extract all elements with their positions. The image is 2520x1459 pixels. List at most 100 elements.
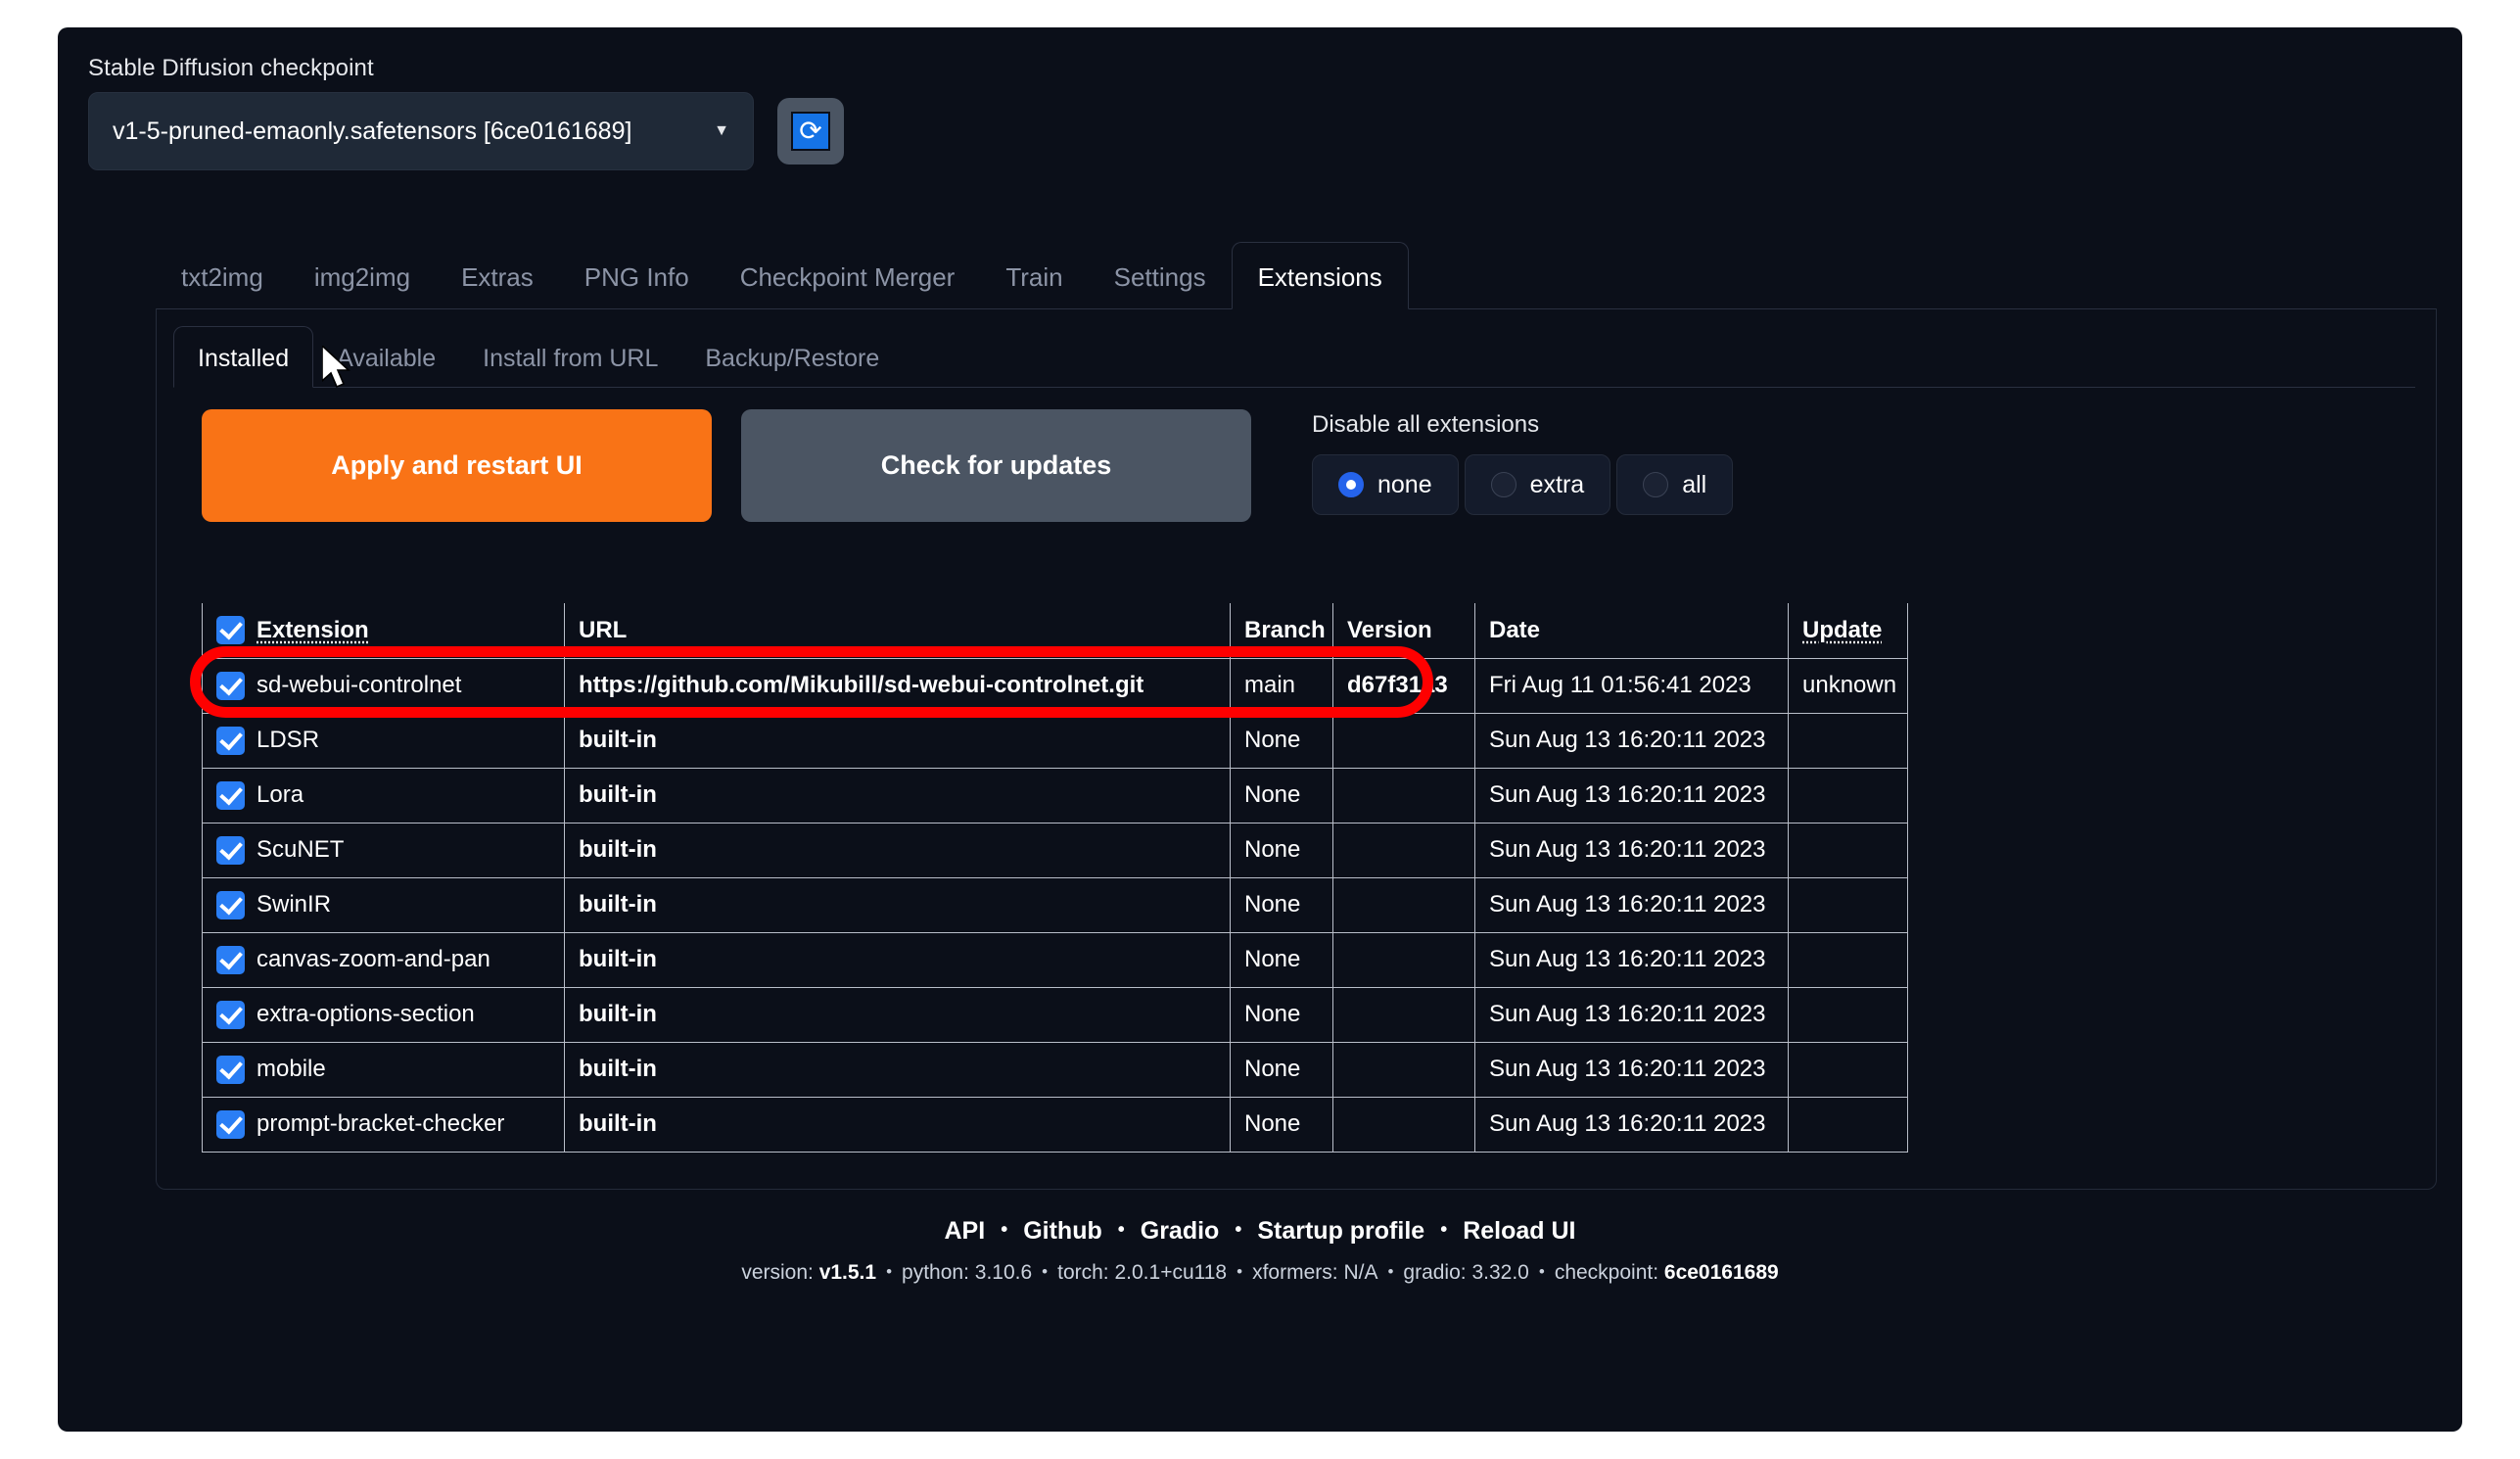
- footer-link-api[interactable]: API: [945, 1217, 986, 1245]
- footer-separator: •: [1387, 1262, 1394, 1281]
- select-all-checkbox[interactable]: [216, 616, 245, 645]
- table-row: ScuNET built-in None Sun Aug 13 16:20:11…: [202, 822, 1908, 878]
- cell-extension: sd-webui-controlnet: [202, 657, 565, 714]
- radio-extra-label: extra: [1529, 470, 1585, 498]
- footer-info-key-gradio: gradio:: [1403, 1261, 1467, 1284]
- cell-extension: canvas-zoom-and-pan: [202, 931, 565, 988]
- footer-link-reload-ui[interactable]: Reload UI: [1463, 1217, 1575, 1245]
- cell-update: [1788, 767, 1908, 824]
- disable-all-extensions-group: Disable all extensions none extra all: [1312, 409, 1734, 515]
- cell-update: [1788, 986, 1908, 1043]
- tab-extras[interactable]: Extras: [436, 262, 559, 308]
- row-checkbox[interactable]: [216, 1000, 245, 1029]
- footer-separator: •: [1237, 1262, 1243, 1281]
- cell-branch: None: [1230, 822, 1333, 878]
- cell-version: [1332, 712, 1475, 769]
- footer-separator: •: [1538, 1262, 1545, 1281]
- tab-png-info[interactable]: PNG Info: [559, 262, 715, 308]
- checkpoint-value: v1-5-pruned-emaonly.safetensors [6ce0161…: [113, 117, 632, 145]
- header-date[interactable]: Date: [1474, 603, 1789, 659]
- cell-version: [1332, 1096, 1475, 1153]
- cell-update: [1788, 876, 1908, 933]
- extension-name: ScuNET: [257, 836, 345, 863]
- tab-install-from-url[interactable]: Install from URL: [459, 345, 681, 387]
- footer-link-github[interactable]: Github: [1023, 1217, 1102, 1245]
- cell-extension: Lora: [202, 767, 565, 824]
- extension-name: prompt-bracket-checker: [257, 1110, 505, 1137]
- row-checkbox[interactable]: [216, 726, 245, 755]
- footer-separator: •: [1235, 1219, 1242, 1241]
- table-row: mobile built-in None Sun Aug 13 16:20:11…: [202, 1041, 1908, 1098]
- table-row: prompt-bracket-checker built-in None Sun…: [202, 1096, 1908, 1153]
- footer-info-key-torch: torch:: [1057, 1261, 1109, 1284]
- cell-date: Sun Aug 13 16:20:11 2023: [1474, 1096, 1789, 1153]
- cell-extension: LDSR: [202, 712, 565, 769]
- radio-extra[interactable]: extra: [1464, 454, 1611, 515]
- cell-date: Sun Aug 13 16:20:11 2023: [1474, 986, 1789, 1043]
- cell-date: Sun Aug 13 16:20:11 2023: [1474, 712, 1789, 769]
- footer-link-startup-profile[interactable]: Startup profile: [1257, 1217, 1424, 1245]
- cell-url: built-in: [564, 876, 1231, 933]
- webui-window: Stable Diffusion checkpoint v1-5-pruned-…: [58, 27, 2462, 1432]
- cell-url: built-in: [564, 986, 1231, 1043]
- cell-branch: main: [1230, 657, 1333, 714]
- cell-date: Sun Aug 13 16:20:11 2023: [1474, 876, 1789, 933]
- row-checkbox[interactable]: [216, 835, 245, 865]
- header-branch[interactable]: Branch: [1230, 603, 1333, 659]
- cell-branch: None: [1230, 712, 1333, 769]
- tab-img2img[interactable]: img2img: [289, 262, 436, 308]
- cell-url[interactable]: https://github.com/Mikubill/sd-webui-con…: [564, 657, 1231, 714]
- tab-backup-restore[interactable]: Backup/Restore: [681, 345, 903, 387]
- cell-extension: prompt-bracket-checker: [202, 1096, 565, 1153]
- refresh-checkpoints-button[interactable]: ⟳: [777, 98, 844, 165]
- footer-version-info: version: v1.5.1 • python: 3.10.6 • torch: 2.…: [58, 1261, 2462, 1285]
- radio-none[interactable]: none: [1312, 454, 1459, 515]
- cell-date: Sun Aug 13 16:20:11 2023: [1474, 931, 1789, 988]
- header-url[interactable]: URL: [564, 603, 1231, 659]
- cell-branch: None: [1230, 1041, 1333, 1098]
- radio-unselected-icon: [1643, 472, 1669, 497]
- row-checkbox[interactable]: [216, 1055, 245, 1084]
- cell-version: [1332, 931, 1475, 988]
- tab-installed[interactable]: Installed: [173, 326, 314, 388]
- cell-date: Sun Aug 13 16:20:11 2023: [1474, 1041, 1789, 1098]
- footer-link-gradio[interactable]: Gradio: [1141, 1217, 1220, 1245]
- row-checkbox[interactable]: [216, 1109, 245, 1139]
- checkpoint-dropdown[interactable]: v1-5-pruned-emaonly.safetensors [6ce0161…: [88, 92, 754, 170]
- action-row: Apply and restart UI Check for updates D…: [202, 409, 1734, 522]
- header-update[interactable]: Update: [1788, 603, 1908, 659]
- cell-url: built-in: [564, 1096, 1231, 1153]
- extensions-table-wrapper: Extension URL Branch Version Date Update: [202, 603, 1908, 1153]
- extensions-table: Extension URL Branch Version Date Update: [202, 603, 1908, 1153]
- cell-version: [1332, 876, 1475, 933]
- radio-selected-icon: [1338, 472, 1364, 497]
- header-extension[interactable]: Extension: [202, 603, 565, 659]
- table-row: Lora built-in None Sun Aug 13 16:20:11 2…: [202, 767, 1908, 824]
- cell-version: [1332, 767, 1475, 824]
- checkpoint-section: Stable Diffusion checkpoint v1-5-pruned-…: [88, 55, 871, 170]
- tab-train[interactable]: Train: [980, 262, 1088, 308]
- cell-update: unknown: [1788, 657, 1908, 714]
- tab-extensions[interactable]: Extensions: [1231, 242, 1409, 309]
- row-checkbox[interactable]: [216, 945, 245, 974]
- row-checkbox[interactable]: [216, 671, 245, 700]
- tab-txt2img[interactable]: txt2img: [156, 262, 289, 308]
- table-row: extra-options-section built-in None Sun …: [202, 986, 1908, 1043]
- check-for-updates-button[interactable]: Check for updates: [741, 409, 1251, 522]
- mouse-cursor-icon: [322, 346, 351, 389]
- apply-and-restart-ui-button[interactable]: Apply and restart UI: [202, 409, 712, 522]
- row-checkbox[interactable]: [216, 890, 245, 919]
- cell-url: built-in: [564, 712, 1231, 769]
- header-version[interactable]: Version: [1332, 603, 1475, 659]
- row-checkbox[interactable]: [216, 780, 245, 810]
- radio-all[interactable]: all: [1616, 454, 1734, 515]
- header-update-label: Update: [1802, 616, 1883, 643]
- cell-branch: None: [1230, 876, 1333, 933]
- cell-branch: None: [1230, 1096, 1333, 1153]
- footer-info-value-gradio: 3.32.0: [1471, 1261, 1529, 1284]
- tab-checkpoint-merger[interactable]: Checkpoint Merger: [715, 262, 981, 308]
- cell-update: [1788, 822, 1908, 878]
- checkpoint-label: Stable Diffusion checkpoint: [88, 55, 374, 81]
- tab-settings[interactable]: Settings: [1089, 262, 1232, 308]
- cell-date: Sun Aug 13 16:20:11 2023: [1474, 767, 1789, 824]
